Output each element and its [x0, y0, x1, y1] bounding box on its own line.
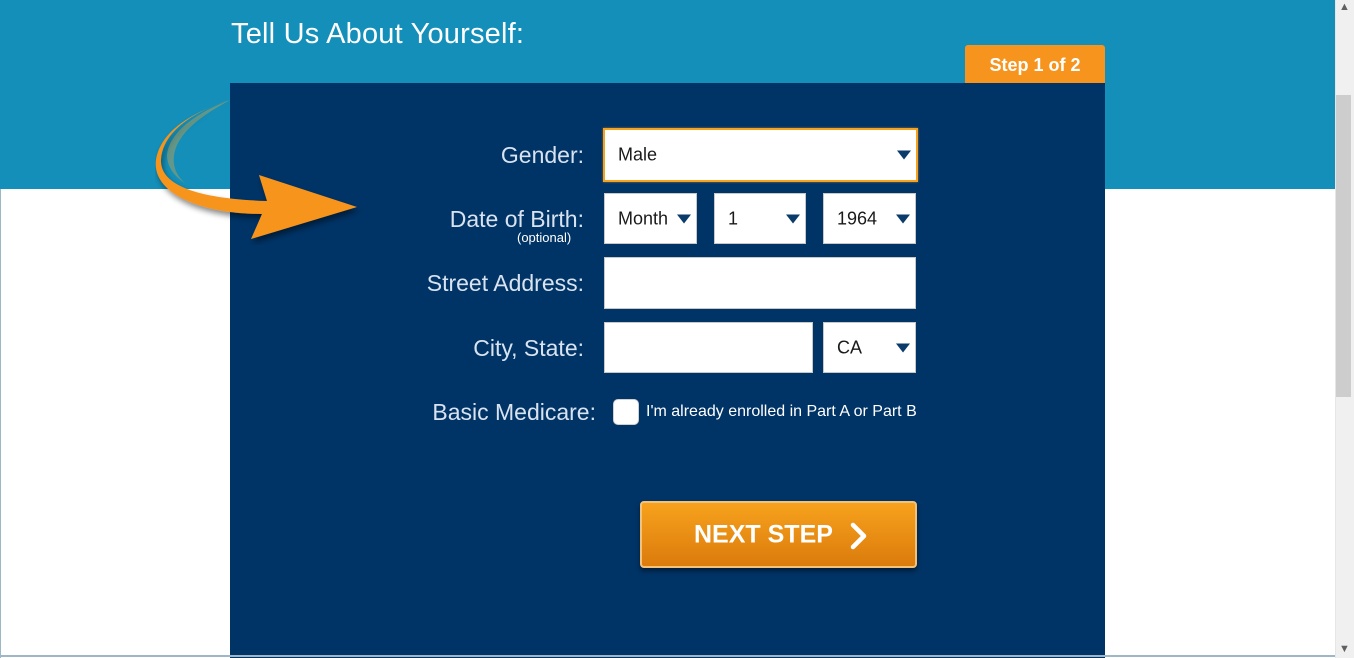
- state-select[interactable]: CA: [823, 322, 916, 373]
- chevron-down-icon: [897, 150, 911, 160]
- step-badge: Step 1 of 2: [965, 45, 1105, 83]
- scroll-up-arrow-icon[interactable]: ▲: [1337, 0, 1352, 14]
- dob-month-value: Month: [618, 208, 669, 228]
- street-label: Street Address:: [426, 270, 584, 296]
- medicare-label: Basic Medicare:: [432, 399, 596, 425]
- medicare-checkbox[interactable]: [613, 399, 639, 425]
- curved-arrow-icon: [155, 100, 357, 239]
- dob-label: Date of Birth:: [449, 206, 584, 232]
- chevron-down-icon: [896, 214, 910, 223]
- scrollbar-thumb[interactable]: [1336, 95, 1351, 397]
- medicare-checkbox-label[interactable]: I'm already enrolled in Part A or Part B: [646, 403, 917, 421]
- dob-optional-note: (optional): [517, 230, 572, 245]
- gender-select[interactable]: Male: [603, 128, 918, 182]
- chevron-down-icon: [896, 343, 910, 352]
- dob-year-value: 1964: [837, 208, 878, 228]
- divider: [0, 189, 1, 658]
- page-title: Tell Us About Yourself:: [231, 18, 525, 50]
- gender-value: Male: [618, 144, 658, 165]
- street-input[interactable]: [604, 257, 916, 309]
- chevron-down-icon: [677, 214, 691, 223]
- divider: [0, 655, 1335, 657]
- page: Tell Us About Yourself: Step 1 of 2 Gend…: [0, 0, 1354, 658]
- state-value: CA: [837, 337, 863, 357]
- dob-year-select[interactable]: 1964: [823, 193, 916, 244]
- dob-day-value: 1: [728, 208, 739, 228]
- dob-day-select[interactable]: 1: [714, 193, 806, 244]
- city-state-label: City, State:: [473, 335, 584, 361]
- next-step-button[interactable]: NEXT STEP: [640, 501, 917, 568]
- chevron-right-icon: [850, 522, 867, 550]
- next-step-label: NEXT STEP: [694, 520, 833, 548]
- dob-month-select[interactable]: Month: [604, 193, 697, 244]
- scroll-down-arrow-icon[interactable]: ▼: [1337, 642, 1352, 656]
- chevron-down-icon: [786, 214, 800, 223]
- gender-label: Gender:: [500, 142, 584, 168]
- city-input[interactable]: [604, 322, 813, 373]
